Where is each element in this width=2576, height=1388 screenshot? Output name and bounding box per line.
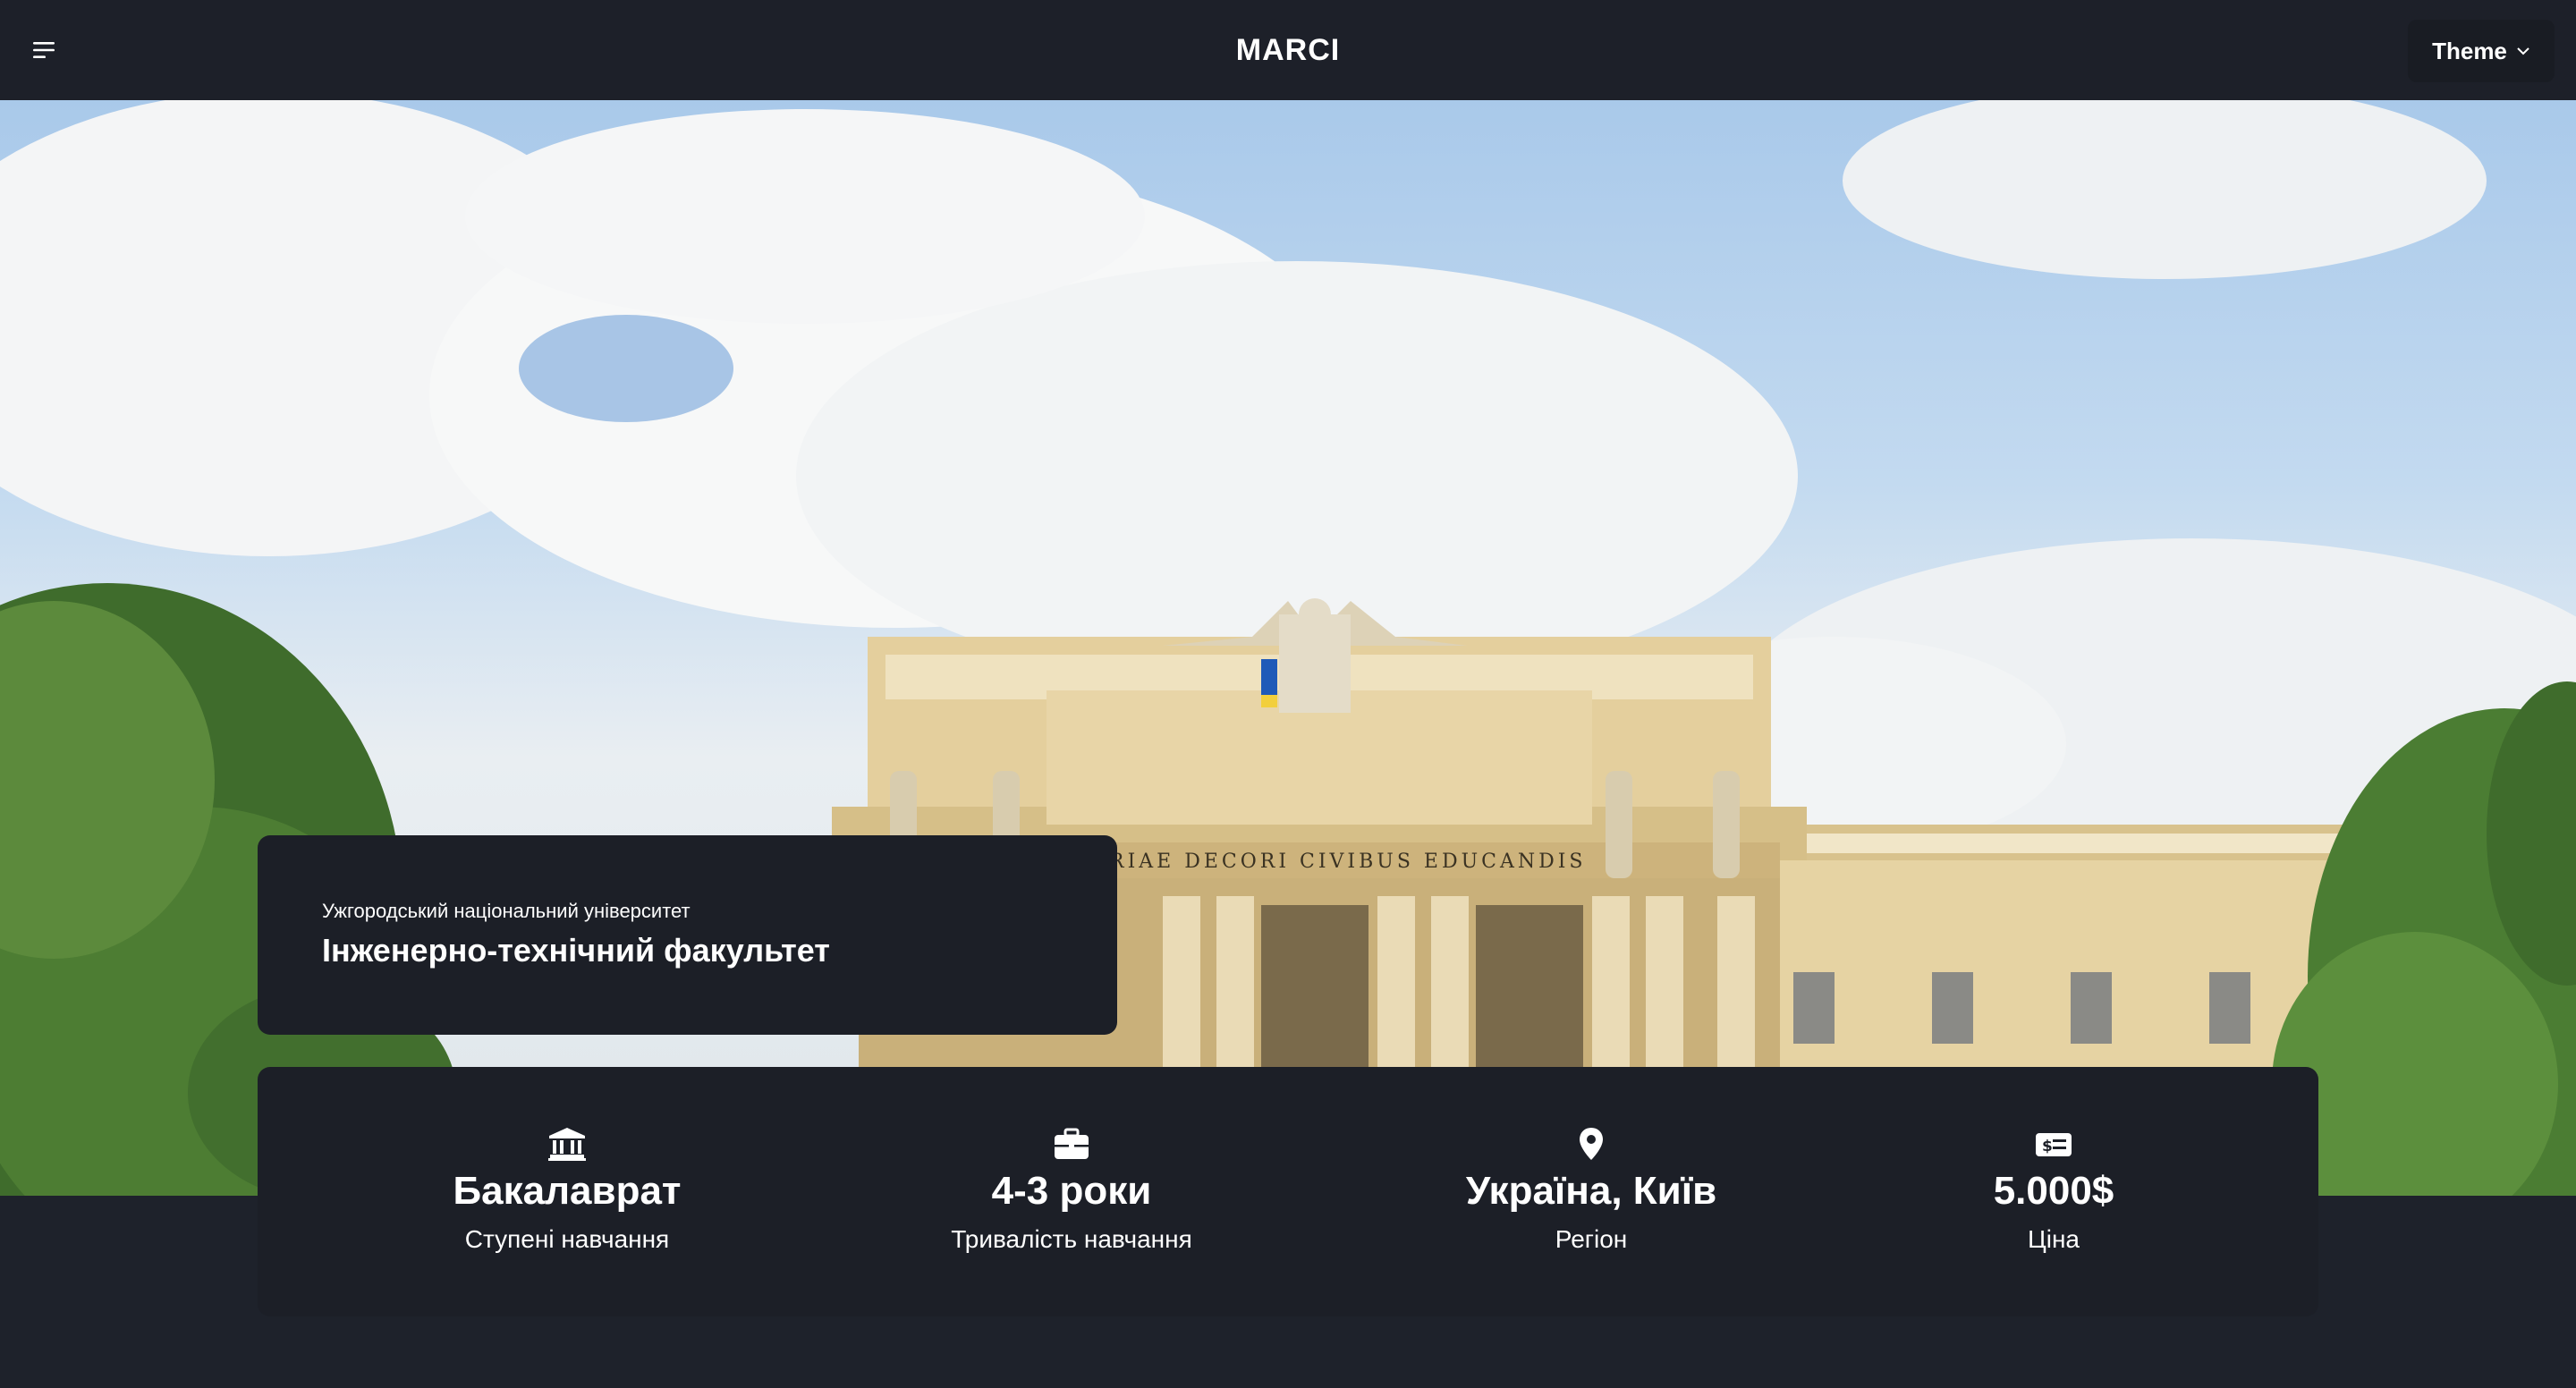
stat-duration: 4-3 роки Тривалість навчання: [839, 1126, 1304, 1254]
university-icon: [547, 1126, 587, 1162]
stat-label: Ціна: [2028, 1224, 2080, 1253]
university-name: Ужгородський національний університет: [322, 900, 691, 922]
stat-label: Тривалість навчання: [951, 1224, 1192, 1253]
building-inscription: RIAE DECORI CIVIBUS EDUCANDIS: [1109, 851, 1587, 873]
stat-price: $ 5.000$ Ціна: [1821, 1126, 2286, 1254]
chevron-down-icon: [2517, 47, 2529, 55]
faculty-title: Інженерно-технічний факультет: [322, 932, 830, 969]
location-pin-icon: [1572, 1126, 1611, 1162]
menu-button[interactable]: [20, 27, 70, 73]
stat-value: 5.000$: [1993, 1169, 2114, 1213]
faculty-card: Ужгородський національний університет Ін…: [258, 835, 1117, 1035]
stat-value: Бакалаврат: [453, 1169, 682, 1213]
stat-region: Україна, Київ Регіон: [1359, 1126, 1824, 1254]
stat-degree: Бакалаврат Ступені навчання: [335, 1126, 800, 1254]
stat-value: Україна, Київ: [1465, 1169, 1717, 1213]
svg-text:$: $: [2042, 1138, 2053, 1155]
theme-button-label: Theme: [2432, 37, 2507, 64]
briefcase-icon: [1052, 1126, 1091, 1162]
stat-value: 4-3 роки: [991, 1169, 1152, 1213]
menu-icon: [33, 42, 55, 58]
stat-label: Ступені навчання: [464, 1224, 670, 1253]
money-bill-icon: $: [2034, 1126, 2073, 1162]
brand-logo-text[interactable]: MARCI: [1236, 33, 1340, 68]
stats-card: Бакалаврат Ступені навчання 4-3 роки Три…: [258, 1067, 2318, 1316]
theme-dropdown-button[interactable]: Theme: [2408, 20, 2555, 82]
stat-label: Регіон: [1555, 1224, 1628, 1253]
top-navbar: MARCI Theme: [0, 0, 2576, 100]
